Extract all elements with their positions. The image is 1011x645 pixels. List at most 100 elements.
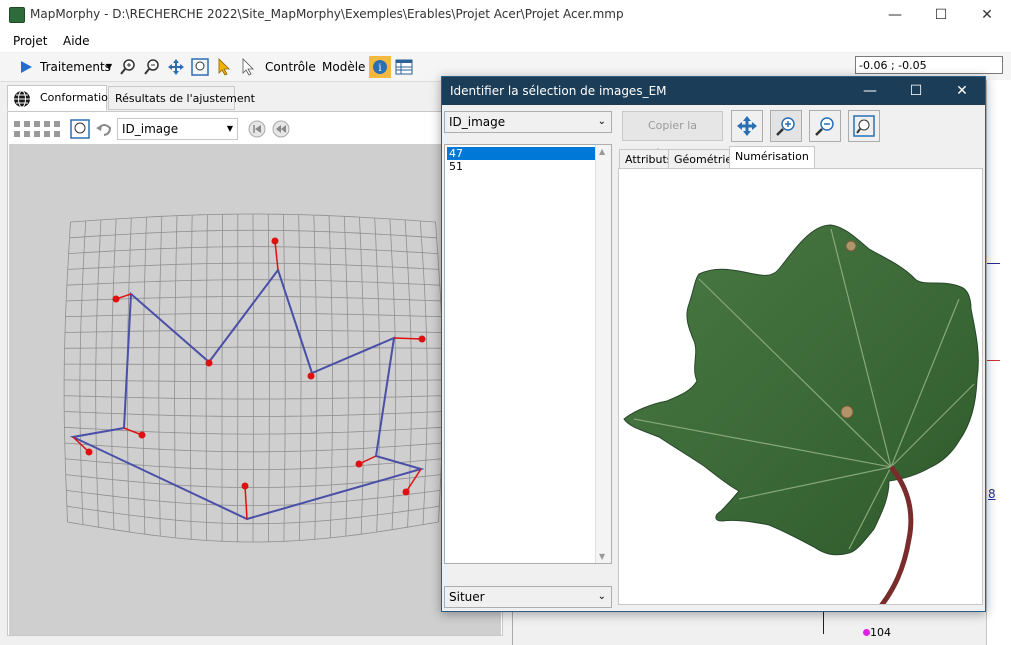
app-icon: [9, 7, 25, 23]
dialog-zoom-out-button[interactable]: [809, 110, 841, 142]
grid-line: [419, 220, 428, 525]
grid-line: [142, 217, 147, 535]
pointer-icon[interactable]: [238, 57, 258, 77]
landmark-point[interactable]: [241, 482, 249, 490]
landmark-point[interactable]: [138, 431, 146, 439]
landmark-point[interactable]: [205, 359, 213, 367]
scroll-down-icon[interactable]: ▼: [599, 552, 605, 561]
tab-resultats[interactable]: Résultats de l'ajustement: [108, 86, 255, 110]
list-scrollbar[interactable]: ▲ ▼: [595, 145, 611, 563]
value-label-8: 8: [988, 487, 996, 501]
landmark-point[interactable]: [402, 488, 410, 496]
dialog-title: Identifier la sélection de images_EM: [450, 84, 667, 98]
tab-geometrie[interactable]: Géométrie: [668, 149, 739, 169]
data-point: [863, 629, 870, 636]
value-label-104: 104: [870, 626, 891, 639]
landmark-vector: [274, 240, 279, 271]
list-item[interactable]: 51: [447, 160, 596, 173]
deformation-canvas[interactable]: [9, 144, 501, 635]
menu-bar: Projet Aide: [0, 30, 1011, 52]
menu-aide[interactable]: Aide: [63, 34, 90, 48]
dialog-close-button[interactable]: ✕: [939, 77, 985, 105]
window-title: MapMorphy - D:\RECHERCHE 2022\Site_MapMo…: [30, 7, 624, 21]
axis-line: [823, 612, 824, 634]
landmark-point[interactable]: [271, 237, 279, 245]
axis-tick: [987, 360, 1000, 361]
id-list[interactable]: 47 51 ▲ ▼: [444, 144, 612, 564]
zoom-in-icon[interactable]: [118, 57, 138, 77]
grid-line: [343, 216, 349, 537]
tab-numerisation[interactable]: Numérisation: [729, 146, 815, 169]
id-image-select[interactable]: ID_image ▼: [117, 118, 238, 140]
situer-select-value: Situer: [449, 590, 485, 604]
results-panel-strip: 8: [986, 80, 1011, 645]
maximize-button[interactable]: ☐: [918, 0, 964, 30]
dialog-pan-button[interactable]: [731, 110, 763, 142]
landmark-point[interactable]: [418, 335, 426, 343]
grid-line: [63, 221, 71, 523]
play-icon[interactable]: [16, 57, 36, 77]
undo-icon[interactable]: [95, 120, 113, 138]
minimize-button[interactable]: —: [872, 0, 918, 30]
svg-text:i: i: [378, 63, 381, 74]
tab-conformation-label: Conformation: [40, 91, 115, 104]
controle-button[interactable]: Contrôle: [265, 60, 316, 74]
menu-projet[interactable]: Projet: [13, 34, 47, 48]
chevron-down-icon: ⌄: [597, 591, 606, 602]
list-item[interactable]: 47: [447, 147, 596, 160]
scroll-up-icon[interactable]: ▲: [599, 147, 605, 156]
grid-arrows-icon[interactable]: [12, 118, 62, 140]
dialog-maximize-button[interactable]: ☐: [893, 77, 939, 105]
dialog-minimize-button[interactable]: —: [847, 77, 893, 105]
dialog-zoom-in-button[interactable]: [770, 110, 802, 142]
grid-line: [221, 214, 223, 542]
zoom-extent-icon[interactable]: [190, 57, 210, 77]
dialog-id-select-value: ID_image: [449, 115, 506, 129]
chevron-down-icon: ⌄: [597, 116, 606, 127]
grid-line: [252, 214, 254, 542]
axis-tick: [987, 263, 1000, 264]
id-image-select-value: ID_image: [122, 122, 179, 136]
info-icon[interactable]: i: [369, 56, 391, 78]
digitization-view[interactable]: [618, 168, 983, 605]
dialog-title-bar: Identifier la sélection de images_EM — ☐…: [442, 77, 985, 105]
grid-line: [111, 218, 117, 530]
landmark-point[interactable]: [355, 460, 363, 468]
dialog-id-select[interactable]: ID_image ⌄: [444, 111, 612, 133]
leaf-image: [623, 224, 979, 604]
close-button[interactable]: ✕: [964, 0, 1010, 30]
landmark-vector: [393, 337, 423, 340]
zoom-extent-icon[interactable]: [69, 118, 91, 140]
select-arrow-icon[interactable]: [214, 57, 234, 77]
traitements-menu[interactable]: Traitements: [40, 60, 111, 74]
situer-select[interactable]: Situer ⌄: [444, 586, 612, 608]
landmark-vector: [244, 485, 248, 520]
landmark-point[interactable]: [85, 448, 93, 456]
panel-divider: [512, 612, 513, 645]
modele-button[interactable]: Modèle: [322, 60, 365, 74]
identify-selection-dialog: Identifier la sélection de images_EM — ☐…: [441, 76, 986, 612]
grid-line: [374, 217, 381, 533]
coordinate-readout: -0.06 ; -0.05: [855, 56, 1003, 74]
landmark-point[interactable]: [307, 372, 315, 380]
grid-line: [404, 219, 412, 528]
chevron-down-icon[interactable]: ▼: [106, 62, 112, 71]
previous-record-icon[interactable]: [272, 120, 290, 138]
first-record-icon[interactable]: [248, 120, 266, 138]
zoom-in-icon: [776, 117, 795, 136]
chevron-down-icon: ▼: [226, 124, 233, 133]
grid-line: [95, 219, 102, 528]
grid-line: [79, 220, 87, 525]
deformation-grid: [63, 213, 444, 543]
zoom-out-icon: [815, 117, 834, 136]
pan-icon[interactable]: [166, 57, 186, 77]
landmark-point[interactable]: [112, 295, 120, 303]
table-icon[interactable]: [394, 57, 414, 77]
zoom-extent-icon: [853, 115, 875, 137]
grid-line: [126, 217, 132, 533]
zoom-out-icon[interactable]: [142, 57, 162, 77]
grid-line: [158, 216, 163, 537]
copy-selection-button[interactable]: Copier la sélection: [622, 111, 723, 160]
dialog-zoom-extent-button[interactable]: [848, 110, 880, 142]
grid-line: [389, 218, 397, 530]
